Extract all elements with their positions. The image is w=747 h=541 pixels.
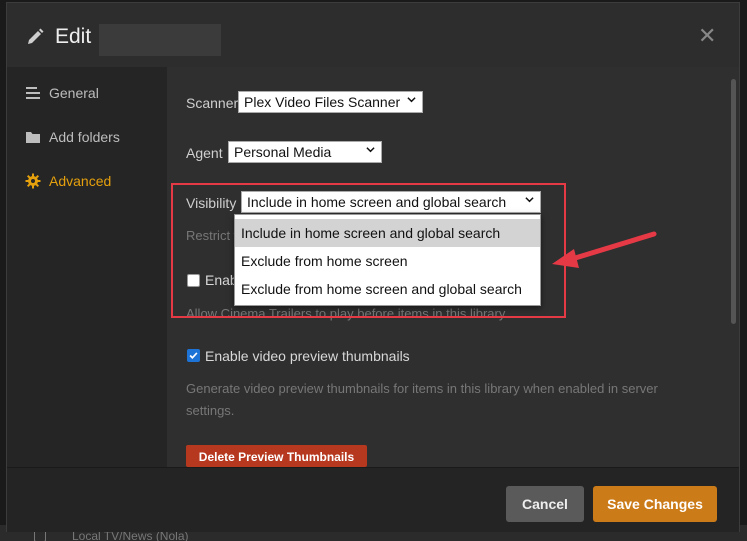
agent-select-value: Personal Media (234, 144, 332, 160)
chevron-down-icon (366, 147, 375, 153)
visibility-select-value: Include in home screen and global search (247, 194, 507, 210)
scanner-select-value: Plex Video Files Scanner (244, 94, 401, 110)
screen: Local TV/News (Nola) Edit ✕ General Add … (0, 0, 747, 541)
sidebar: General Add folders Advanced (7, 67, 167, 467)
cancel-button[interactable]: Cancel (506, 486, 584, 522)
video-preview-checkbox[interactable] (187, 349, 200, 362)
save-changes-button[interactable]: Save Changes (593, 486, 717, 522)
chevron-down-icon (525, 197, 534, 203)
scrollbar[interactable] (731, 79, 736, 324)
video-preview-helper-line2: settings. (186, 403, 235, 418)
redacted-library-name (99, 24, 221, 56)
chevron-down-icon (407, 97, 416, 103)
sidebar-item-label: Advanced (49, 173, 112, 189)
agent-label: Agent (186, 145, 223, 161)
checkmark-icon (189, 352, 198, 360)
video-preview-label[interactable]: Enable video preview thumbnails (205, 348, 410, 364)
modal-header: Edit ✕ (7, 3, 739, 67)
cinema-trailers-checkbox[interactable] (187, 274, 200, 287)
sidebar-item-label: Add folders (49, 129, 120, 145)
agent-select[interactable]: Personal Media (228, 141, 382, 163)
delete-preview-thumbnails-button[interactable]: Delete Preview Thumbnails (186, 445, 367, 467)
visibility-option[interactable]: Exclude from home screen and global sear… (235, 275, 540, 303)
visibility-select[interactable]: Include in home screen and global search (241, 191, 541, 213)
cinema-trailers-helper: Allow Cinema Trailers to play before ite… (186, 306, 508, 321)
visibility-label: Visibility (186, 195, 237, 211)
folder-icon (26, 132, 40, 143)
modal-footer: Cancel Save Changes (7, 467, 739, 532)
modal-title: Edit (55, 25, 92, 48)
close-icon[interactable]: ✕ (698, 25, 716, 47)
gear-icon (25, 173, 41, 189)
visibility-dropdown-list: Include in home screen and global search… (234, 214, 541, 306)
pencil-icon (28, 28, 44, 44)
scanner-label: Scanner (186, 95, 239, 111)
video-preview-helper-line1: Generate video preview thumbnails for it… (186, 381, 658, 396)
visibility-option[interactable]: Exclude from home screen (235, 247, 540, 275)
sidebar-item-label: General (49, 85, 99, 101)
visibility-option[interactable]: Include in home screen and global search (235, 219, 540, 247)
list-icon (26, 87, 40, 99)
scanner-select[interactable]: Plex Video Files Scanner (238, 91, 424, 113)
